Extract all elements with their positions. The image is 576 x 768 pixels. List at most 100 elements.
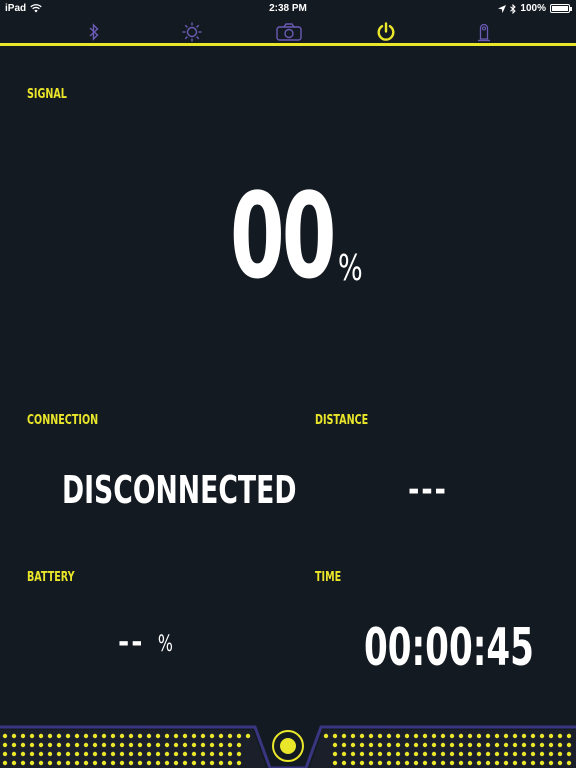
sun-icon [182, 22, 202, 42]
decor-dot [137, 751, 143, 757]
decor-dot [200, 760, 206, 766]
decor-dot [395, 733, 401, 739]
decor-dot [11, 733, 17, 739]
decor-dot [83, 760, 89, 766]
decor-dot [128, 760, 134, 766]
battery-status-icon [550, 4, 572, 13]
decor-dot [164, 733, 170, 739]
decor-dot [128, 751, 134, 757]
decor-dot [56, 751, 62, 757]
decor-dot [146, 751, 152, 757]
decor-dot [146, 733, 152, 739]
decor-dot [458, 751, 464, 757]
decor-dot [119, 751, 125, 757]
decor-dot [20, 742, 26, 748]
decor-dot [101, 733, 107, 739]
center-action-button[interactable] [272, 730, 304, 762]
decor-dot [128, 742, 134, 748]
decor-dot [191, 751, 197, 757]
decor-dot [29, 751, 35, 757]
decor-dot [164, 760, 170, 766]
decor-dot [332, 751, 338, 757]
decor-dot [38, 742, 44, 748]
decor-dot [485, 733, 491, 739]
tab-light[interactable] [178, 20, 206, 44]
decor-dot [146, 742, 152, 748]
decor-dot [512, 760, 518, 766]
decor-dot [494, 733, 500, 739]
decor-dot [182, 751, 188, 757]
decor-dot [155, 751, 161, 757]
status-bar: iPad 2:38 PM 100% [0, 0, 576, 18]
decor-dot [332, 742, 338, 748]
decor-dot [83, 733, 89, 739]
decor-dot [20, 733, 26, 739]
decor-dot [56, 733, 62, 739]
distance-value: --- [408, 470, 448, 510]
tab-bar [0, 18, 576, 46]
decor-dot [377, 760, 383, 766]
decor-dot [377, 751, 383, 757]
decor-dot [218, 751, 224, 757]
decor-dot [440, 760, 446, 766]
decor-dot [440, 733, 446, 739]
power-icon [377, 22, 395, 41]
tab-power[interactable] [372, 20, 400, 44]
decor-dot [458, 742, 464, 748]
decor-dot [47, 733, 53, 739]
decor-dot [476, 760, 482, 766]
decor-dot [467, 760, 473, 766]
decor-dot [74, 751, 80, 757]
decor-dot [548, 742, 554, 748]
decor-dot [413, 751, 419, 757]
decor-dot [209, 760, 215, 766]
decor-dot [341, 742, 347, 748]
decor-dot [191, 733, 197, 739]
decor-dot [173, 760, 179, 766]
decor-dot [413, 733, 419, 739]
bluetooth-icon [89, 23, 99, 41]
decor-dot [56, 742, 62, 748]
decor-dot [395, 760, 401, 766]
decor-dot [191, 760, 197, 766]
decor-dot [236, 733, 242, 739]
decor-dot [404, 733, 410, 739]
decor-dot [341, 760, 347, 766]
tab-camera[interactable] [275, 20, 303, 44]
battery-percent: 100% [520, 3, 546, 14]
decor-dot [503, 751, 509, 757]
decor-dot [164, 751, 170, 757]
tab-robot[interactable] [470, 20, 498, 44]
decor-dot [350, 742, 356, 748]
decor-dot [38, 751, 44, 757]
decor-dot [218, 760, 224, 766]
decor-dot [11, 751, 17, 757]
decor-dot [485, 742, 491, 748]
decor-dot [566, 742, 572, 748]
decor-dot [431, 742, 437, 748]
decor-dot [521, 751, 527, 757]
decor-dot [182, 742, 188, 748]
decor-dot [368, 751, 374, 757]
decor-dot [92, 742, 98, 748]
decor-dot [74, 760, 80, 766]
decor-dot [377, 742, 383, 748]
decor-dot [236, 742, 242, 748]
decor-dot [323, 733, 329, 739]
decor-dot [137, 760, 143, 766]
decor-dot [557, 742, 563, 748]
dot-grid-left [2, 733, 251, 766]
decor-dot [539, 733, 545, 739]
decor-dot [137, 733, 143, 739]
decor-dot [128, 733, 134, 739]
decor-dot [386, 751, 392, 757]
decor-dot [386, 760, 392, 766]
decor-dot [395, 751, 401, 757]
tab-bluetooth[interactable] [80, 20, 108, 44]
decor-dot [521, 733, 527, 739]
decor-dot [119, 742, 125, 748]
decor-dot [539, 742, 545, 748]
decor-dot [200, 733, 206, 739]
decor-dot [539, 751, 545, 757]
decor-dot [65, 751, 71, 757]
